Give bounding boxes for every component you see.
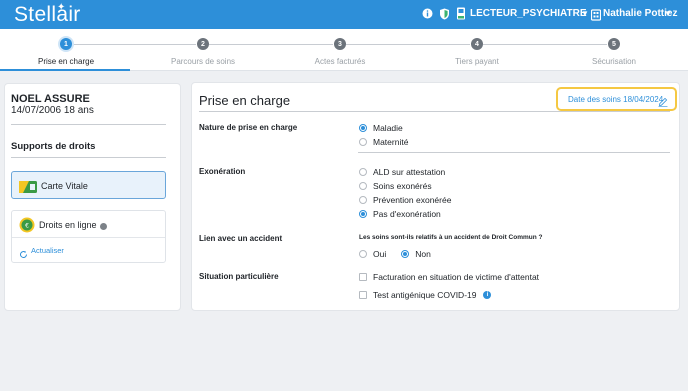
patient-name: NOEL ASSURE xyxy=(11,93,90,105)
exo-option-ald[interactable]: ALD sur attestation xyxy=(359,167,445,177)
rights-title: Supports de droits xyxy=(11,141,96,152)
option-label: Maternité xyxy=(373,137,409,147)
step-4-indicator[interactable]: 4 xyxy=(471,38,483,50)
option-label: Pas d'exonération xyxy=(373,209,441,219)
situation-option-attentat[interactable]: Facturation en situation de victime d'at… xyxy=(359,272,539,282)
option-label: ALD sur attestation xyxy=(373,167,446,177)
divider xyxy=(11,124,166,125)
option-label: Maladie xyxy=(373,123,403,133)
exo-option-soins[interactable]: Soins exonérés xyxy=(359,181,432,191)
checkbox[interactable] xyxy=(359,273,367,281)
step-connector xyxy=(209,44,333,45)
nature-option-maternite[interactable]: Maternité xyxy=(359,137,408,147)
date-soins-button[interactable]: Date des soins 18/04/2024 xyxy=(556,87,677,111)
active-step-underline xyxy=(0,69,130,71)
radio-unselected[interactable] xyxy=(359,196,367,204)
date-soins-label[interactable]: Date des soins 18/04/2024 xyxy=(568,95,663,104)
nature-option-maladie[interactable]: Maladie xyxy=(359,123,403,133)
carte-vitale-card[interactable]: Carte Vitale xyxy=(11,171,166,199)
role-dropdown-icon[interactable]: ▼ xyxy=(581,9,589,18)
exo-option-prevention[interactable]: Prévention exonérée xyxy=(359,195,451,205)
patient-panel: NOEL ASSURE 14/07/2006 18 ans Supports d… xyxy=(4,83,181,311)
card-reader-icon[interactable] xyxy=(455,7,467,20)
step-connector xyxy=(346,44,470,45)
app-logo[interactable]: Stellair xyxy=(14,3,81,27)
step-2-label[interactable]: Parcours de soins xyxy=(171,57,235,66)
droits-en-ligne-label: Droits en ligne xyxy=(39,220,97,230)
radio-unselected[interactable] xyxy=(359,138,367,146)
option-label: Soins exonérés xyxy=(373,181,432,191)
top-navbar: Stellair ✦ LECTEUR_PSYCHIATRE ▼ Nathalie… xyxy=(0,0,688,29)
option-label: Oui xyxy=(373,249,387,259)
prise-en-charge-panel: Prise en charge Date des soins 18/04/202… xyxy=(191,82,680,311)
divider xyxy=(12,237,165,238)
user-dropdown-icon[interactable]: ▼ xyxy=(664,9,672,18)
accident-option-oui[interactable]: Oui xyxy=(359,249,386,259)
page-title: Prise en charge xyxy=(199,93,291,108)
accident-option-non[interactable]: Non xyxy=(401,249,431,259)
step-1-label[interactable]: Prise en charge xyxy=(38,57,94,66)
step-connector xyxy=(483,44,607,45)
carte-vitale-icon xyxy=(19,180,37,193)
radio-selected[interactable] xyxy=(359,124,367,132)
exoneration-label: Exonération xyxy=(199,167,246,176)
divider xyxy=(358,152,670,153)
step-connector xyxy=(72,44,196,45)
svg-text:€: € xyxy=(25,223,29,230)
droits-en-ligne-card[interactable]: € Droits en ligne Actualiser xyxy=(11,210,166,263)
option-label: Non xyxy=(415,249,431,259)
divider xyxy=(11,157,166,158)
step-1-indicator[interactable]: 1 xyxy=(60,38,72,50)
step-5-indicator[interactable]: 5 xyxy=(608,38,620,50)
situation-label: Situation particulière xyxy=(199,272,279,281)
header-icons xyxy=(421,7,467,20)
option-label: Facturation en situation de victime d'at… xyxy=(373,272,540,282)
checkbox[interactable] xyxy=(359,291,367,299)
radio-selected[interactable] xyxy=(359,210,367,218)
option-label: Test antigénique COVID-19 xyxy=(373,290,477,300)
role-selector[interactable]: LECTEUR_PSYCHIATRE xyxy=(470,8,587,19)
logo-star-icon: ✦ xyxy=(57,2,66,13)
user-icon xyxy=(590,8,602,21)
situation-option-covid[interactable]: Test antigénique COVID-19 i xyxy=(359,290,492,300)
radio-selected[interactable] xyxy=(401,250,410,258)
accident-label: Lien avec un accident xyxy=(199,234,283,243)
step-3-indicator[interactable]: 3 xyxy=(334,38,346,50)
step-5-label[interactable]: Sécurisation xyxy=(592,57,636,66)
accident-options: Oui Non xyxy=(359,249,431,259)
divider xyxy=(199,111,670,112)
exo-option-aucune[interactable]: Pas d'exonération xyxy=(359,209,441,219)
carte-vitale-label: Carte Vitale xyxy=(41,181,88,191)
option-label: Prévention exonérée xyxy=(373,195,452,205)
patient-dob: 14/07/2006 18 ans xyxy=(11,105,94,116)
nature-label: Nature de prise en charge xyxy=(199,123,298,132)
info-icon[interactable]: i xyxy=(483,291,492,299)
actualiser-link[interactable]: Actualiser xyxy=(31,246,64,255)
radio-unselected[interactable] xyxy=(359,250,367,258)
accident-question: Les soins sont-ils relatifs à un acciden… xyxy=(359,234,543,241)
info-icon[interactable] xyxy=(421,7,433,20)
pencil-icon[interactable] xyxy=(658,94,668,107)
step-4-label[interactable]: Tiers payant xyxy=(455,57,499,66)
refresh-icon[interactable] xyxy=(19,246,28,258)
step-3-label[interactable]: Actes facturés xyxy=(315,57,366,66)
step-2-indicator[interactable]: 2 xyxy=(197,38,209,50)
progress-stepper: 1 2 3 4 5 Prise en charge Parcours de so… xyxy=(0,29,688,71)
droits-en-ligne-icon: € xyxy=(19,217,35,233)
radio-unselected[interactable] xyxy=(359,182,367,190)
shield-icon[interactable] xyxy=(438,7,450,20)
status-dot xyxy=(100,223,107,230)
radio-unselected[interactable] xyxy=(359,168,367,176)
